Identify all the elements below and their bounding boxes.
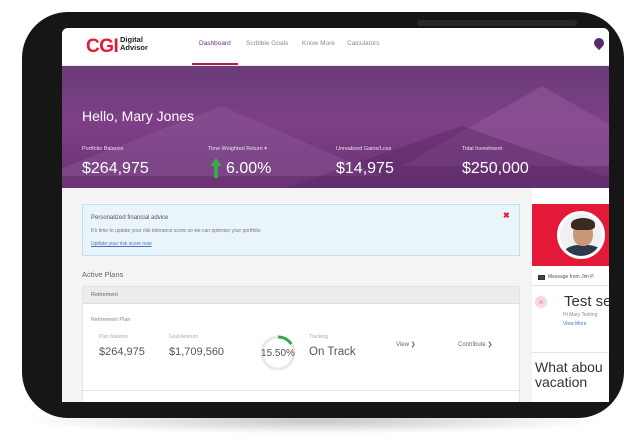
tablet-highlight bbox=[417, 20, 577, 26]
panel-divider bbox=[532, 352, 609, 353]
advisor-panel: Message from Jim P. Test se Hi Mary Test… bbox=[532, 188, 609, 402]
plans-section-header: Retirement bbox=[83, 287, 519, 304]
portfolio-balance-value: $264,975 bbox=[82, 160, 149, 177]
time-weighted-return-dropdown[interactable]: Time Weighted Return ▾ bbox=[208, 146, 267, 152]
advice-text: It's time to update your risk tolerance … bbox=[91, 228, 261, 234]
vacation-question[interactable]: What abou vacation bbox=[535, 360, 603, 390]
tracking-status: On Track bbox=[309, 346, 356, 358]
portfolio-balance-label: Portfolio Balance bbox=[82, 146, 124, 152]
goal-amount-value: $1,709,560 bbox=[169, 346, 225, 358]
logo-product-line2: Advisor bbox=[120, 43, 148, 52]
app-screen: CGI Digital Advisor Dashboard Scribble G… bbox=[62, 28, 609, 402]
question-line1: What abou bbox=[535, 359, 603, 375]
tracking-label: Tracking bbox=[309, 334, 328, 340]
plan-name: Retirement Plan bbox=[91, 317, 131, 323]
total-investment-label: Total Investment bbox=[462, 146, 503, 152]
plan-balance-value: $264,975 bbox=[99, 346, 145, 358]
top-nav: CGI Digital Advisor Dashboard Scribble G… bbox=[62, 28, 609, 66]
update-risk-score-link[interactable]: Update your risk score now bbox=[91, 241, 152, 247]
time-weighted-return-value: 6.00% bbox=[226, 160, 272, 177]
contribute-link[interactable]: Contribute ❯ bbox=[458, 341, 492, 348]
plans-card: Retirement Retirement Plan Plan balance … bbox=[82, 286, 520, 402]
logo-wordmark: CGI bbox=[86, 36, 119, 57]
advice-title: Personalized financial advice bbox=[91, 215, 169, 221]
plans-divider bbox=[83, 390, 519, 391]
main-content: Personalized financial advice It's time … bbox=[62, 188, 609, 402]
hero-banner: Hello, Mary Jones Portfolio Balance $264… bbox=[62, 66, 609, 188]
unrealized-gains-value: $14,975 bbox=[336, 160, 394, 177]
greeting-title: Hello, Mary Jones bbox=[82, 108, 195, 124]
plan-balance-label: Plan balance bbox=[99, 334, 128, 340]
mail-icon bbox=[538, 275, 545, 280]
message-preview: Hi Mary Testing bbox=[563, 312, 598, 318]
active-plans-title: Active Plans bbox=[82, 270, 124, 279]
message-from: Message from Jim P. bbox=[548, 274, 595, 280]
nav-scribble-goals[interactable]: Scribble Goals bbox=[246, 40, 288, 47]
plans-section-label: Retirement bbox=[91, 292, 118, 298]
advice-banner: Personalized financial advice It's time … bbox=[82, 204, 520, 256]
panel-divider bbox=[532, 285, 609, 286]
message-subject[interactable]: Test se bbox=[564, 293, 609, 310]
total-investment-value: $250,000 bbox=[462, 160, 529, 177]
active-tab-indicator bbox=[192, 63, 238, 65]
arrow-up-icon bbox=[210, 158, 222, 178]
nav-know-more[interactable]: Know More bbox=[302, 40, 335, 47]
logo-product-name: Digital Advisor bbox=[120, 36, 148, 52]
location-pin-icon[interactable] bbox=[591, 35, 607, 51]
view-plan-link[interactable]: View ❯ bbox=[396, 341, 416, 348]
plan-progress-percent: 15.50% bbox=[261, 348, 295, 359]
nav-dashboard[interactable]: Dashboard bbox=[199, 40, 231, 47]
close-icon[interactable]: ✖ bbox=[503, 211, 510, 220]
goal-amount-label: Goal Amount bbox=[169, 334, 198, 340]
avatar-suit bbox=[564, 245, 602, 256]
question-line2: vacation bbox=[535, 374, 588, 390]
advisor-card[interactable] bbox=[532, 204, 609, 266]
unrealized-gains-label: Unrealized Gains/Loss bbox=[336, 146, 392, 152]
advisor-avatar bbox=[557, 211, 605, 259]
mountain-shape bbox=[262, 126, 609, 188]
avatar-hair bbox=[571, 218, 595, 230]
nav-calculators[interactable]: Calculators bbox=[347, 40, 380, 47]
cgi-logo[interactable]: CGI Digital Advisor bbox=[86, 34, 176, 60]
message-status-icon bbox=[535, 296, 547, 308]
view-more-link[interactable]: View More bbox=[563, 321, 587, 327]
